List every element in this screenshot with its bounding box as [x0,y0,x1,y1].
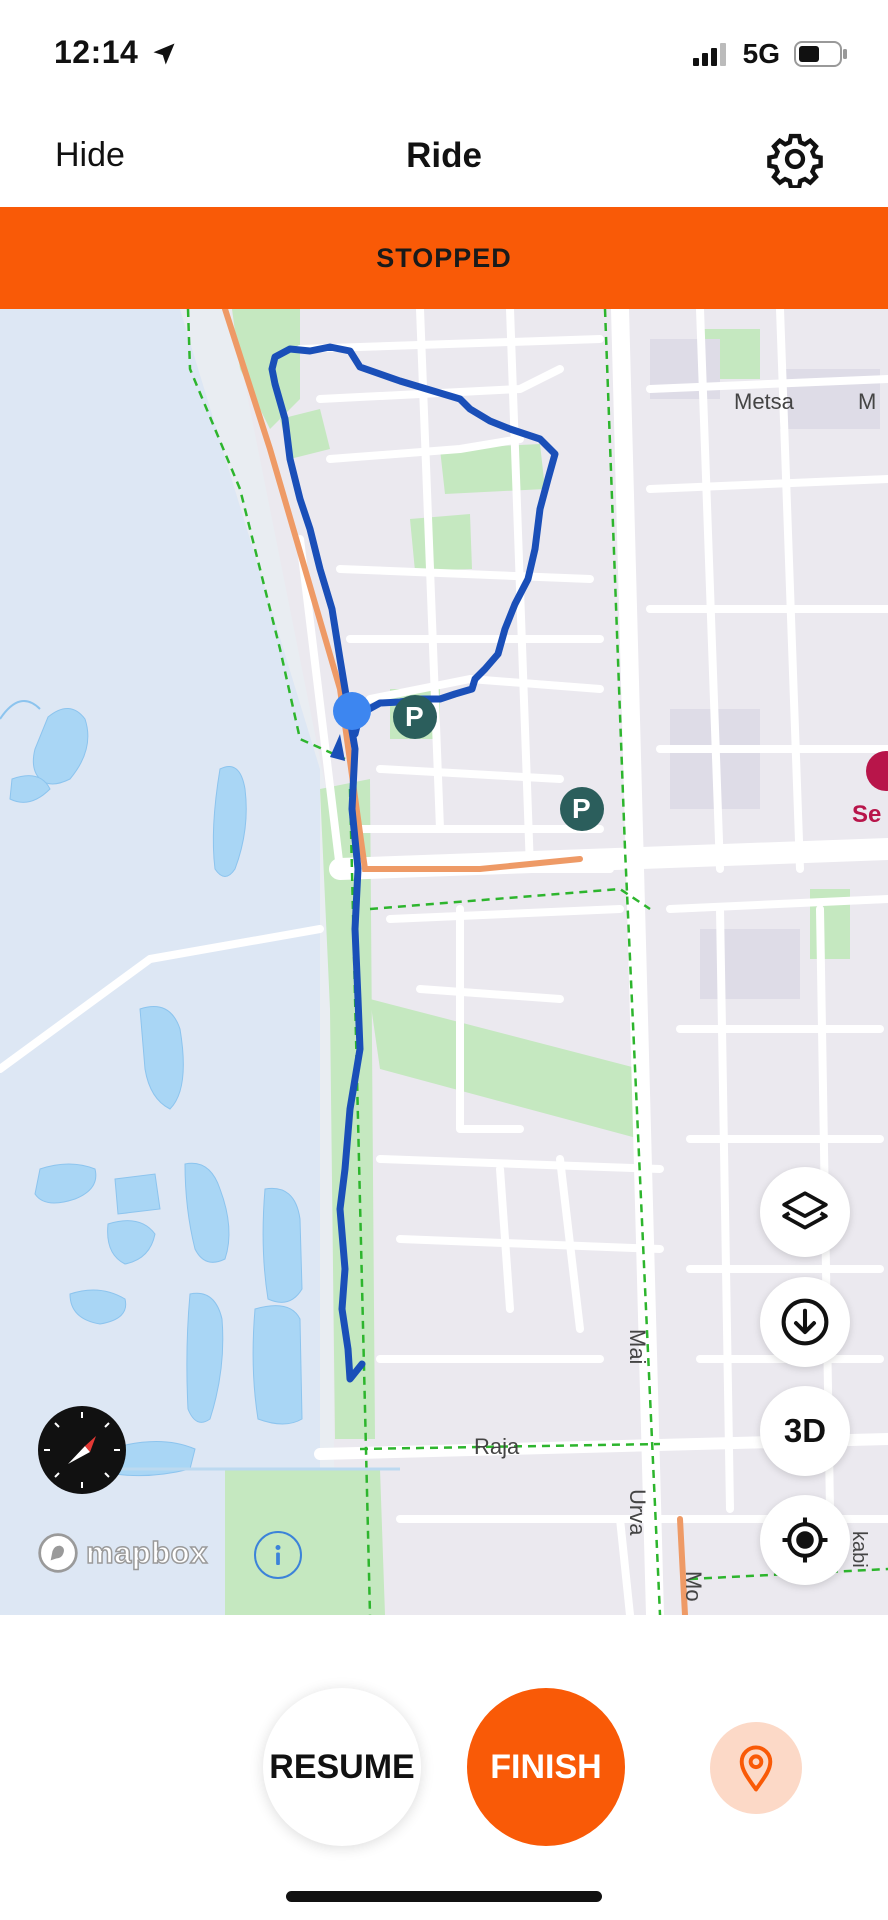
street-label: Urva [625,1489,650,1536]
download-icon [781,1298,829,1346]
action-bar: RESUME FINISH [0,1615,888,1920]
street-label: Metsa [734,389,794,414]
finish-button[interactable]: FINISH [467,1688,625,1846]
mapbox-logo: mapbox [36,1531,208,1575]
status-bar: 12:14 5G [0,0,888,110]
download-button[interactable] [760,1277,850,1367]
parking-label: P [572,793,591,824]
gear-icon [767,133,823,190]
add-marker-button[interactable] [710,1722,802,1814]
location-arrow-icon [153,43,175,65]
hide-button[interactable]: Hide [55,136,125,175]
map-canvas [0,309,888,1615]
layers-icon [782,1191,828,1230]
poi-label: Se [852,801,882,828]
street-label: M [858,389,877,414]
parking-label: P [405,701,424,732]
home-indicator [286,1891,602,1902]
signal-icon [692,43,726,66]
compass-button[interactable] [38,1406,126,1494]
battery-icon [794,41,847,67]
3d-toggle-button[interactable]: 3D [760,1386,850,1476]
page-title: Ride [406,136,482,175]
locate-button[interactable] [760,1495,850,1585]
mapbox-wordmark: mapbox [85,1534,208,1571]
map-pin-icon [739,1745,773,1792]
crosshair-icon [782,1517,828,1563]
status-banner: STOPPED [0,207,888,309]
street-label: Mo [681,1571,706,1602]
layers-button[interactable] [760,1167,850,1257]
info-icon [275,1545,281,1565]
street-label: Mai [625,1329,650,1365]
header: Hide Ride [0,110,888,206]
map-view[interactable]: P P Metsa M Mai Raja Urva Se Mo kabi 3D [0,309,888,1615]
info-button[interactable] [254,1531,302,1579]
street-label: Raja [474,1434,520,1459]
network-type: 5G [742,38,780,69]
settings-button[interactable] [765,130,825,190]
compass-icon [44,1412,120,1488]
status-indicators: 5G [692,38,848,70]
street-label: kabi [848,1531,870,1568]
resume-button[interactable]: RESUME [263,1688,421,1846]
status-banner-text: STOPPED [376,242,512,273]
status-time: 12:14 [54,34,139,70]
mapbox-icon [38,1533,78,1573]
